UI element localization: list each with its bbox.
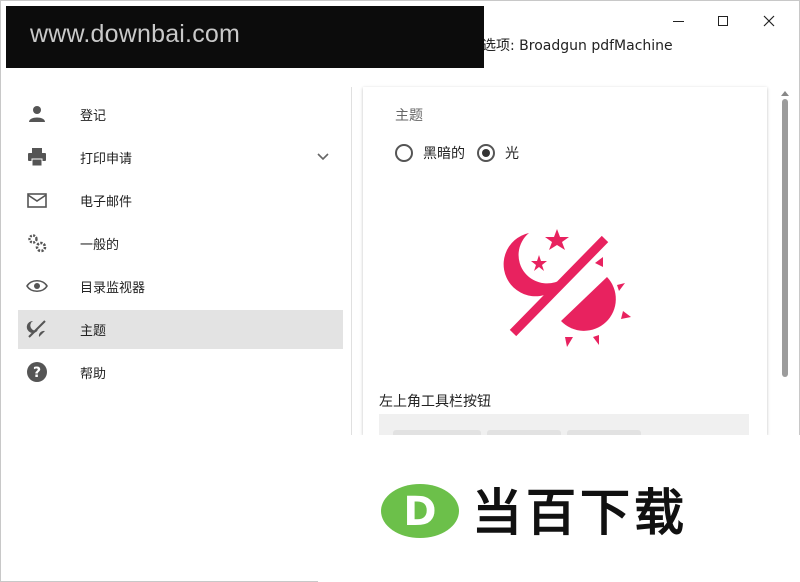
maximize-button[interactable] — [708, 9, 738, 33]
sidebar-divider — [351, 87, 352, 435]
sidebar-item-label: 打印申请 — [80, 152, 133, 167]
scroll-up-arrow[interactable] — [781, 91, 789, 96]
sidebar-item-label: 一般的 — [80, 238, 120, 253]
sidebar-item-email[interactable]: 电子邮件 — [18, 181, 343, 220]
radio-dark[interactable] — [395, 144, 413, 162]
sidebar-item-label: 目录监视器 — [80, 281, 146, 296]
sidebar-item-print-request[interactable]: 打印申请 — [18, 138, 343, 177]
printer-icon — [28, 148, 46, 167]
logo-mark-icon: D — [381, 484, 459, 538]
sidebar-item-help[interactable]: ? 帮助 — [18, 353, 343, 392]
logo-watermark: D 当百下载 — [318, 435, 800, 582]
mail-icon — [27, 193, 47, 208]
close-icon — [763, 15, 775, 27]
theme-illustration-icon — [503, 229, 631, 347]
vertical-scrollbar[interactable] — [779, 87, 791, 435]
minimize-button[interactable] — [663, 9, 693, 33]
sidebar-item-label: 电子邮件 — [80, 195, 133, 210]
watermark-text: www.downbai.com — [30, 20, 241, 48]
scroll-thumb[interactable] — [782, 99, 788, 377]
radio-light[interactable] — [477, 144, 495, 162]
sidebar-item-label: 登记 — [80, 109, 107, 124]
theme-radio-group: 黑暗的 光 — [395, 143, 531, 163]
toolbar-section-title: 左上角工具栏按钮 — [379, 394, 491, 410]
radio-light-label[interactable]: 光 — [505, 143, 519, 163]
gears-icon — [28, 234, 47, 253]
person-icon — [29, 106, 45, 122]
logo-text: 当百下载 — [472, 484, 688, 542]
chevron-down-icon[interactable] — [316, 150, 330, 164]
sidebar-item-label: 帮助 — [80, 367, 107, 382]
sidebar-item-register[interactable]: 登记 — [18, 95, 343, 134]
sidebar-item-directory-monitor[interactable]: 目录监视器 — [18, 267, 343, 306]
window-title: 选项: Broadgun pdfMachine — [482, 38, 673, 54]
sidebar-item-general[interactable]: 一般的 — [18, 224, 343, 263]
sidebar-item-label: 主题 — [80, 324, 107, 339]
toolbar-buttons-area — [379, 414, 749, 435]
options-window: 选项: Broadgun pdfMachine www.downbai.com … — [0, 0, 800, 582]
watermark-banner: www.downbai.com — [6, 6, 484, 68]
radio-dark-label[interactable]: 黑暗的 — [423, 143, 465, 163]
help-icon: ? — [27, 362, 47, 382]
close-button[interactable] — [754, 9, 784, 33]
eye-icon — [26, 279, 48, 293]
sidebar-item-theme[interactable]: 主题 — [18, 310, 343, 349]
theme-icon — [26, 320, 46, 338]
svg-text:?: ? — [33, 365, 41, 381]
logo-mark-letter: D — [403, 489, 436, 535]
minimize-icon — [672, 20, 684, 22]
section-title: 主题 — [395, 108, 423, 124]
sidebar: 登记 打印申请 电子邮件 一般的 目录监视器 主题 ? 帮助 — [9, 87, 351, 437]
theme-panel: 主题 黑暗的 光 左上角工具栏按钮 — [363, 87, 767, 435]
maximize-icon — [718, 16, 728, 26]
